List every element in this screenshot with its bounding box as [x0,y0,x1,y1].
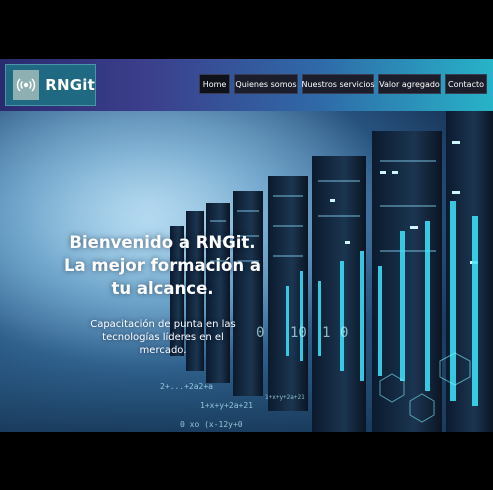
letterbox-bottom [0,432,493,490]
broadcast-icon [13,70,40,100]
letterbox-top [0,0,493,59]
navbar: RNGit Home Quienes somos Nuestros servic… [0,59,493,111]
hero-banner: 0 10 1 0 2+...+2a2+a 1+x+y+2a+21 0 xo (x… [0,111,493,432]
brand-name: RNGit [45,76,95,94]
nav-nuestros-servicios[interactable]: Nuestros servicios [301,74,375,94]
hero-headline: Bienvenido a RNGit. La mejor formación a… [60,231,265,300]
nav-valor-agregado[interactable]: Valor agregado [378,74,441,94]
hero-headline-line1: Bienvenido a RNGit. [69,233,256,252]
nav-contacto[interactable]: Contacto [445,74,487,94]
brand-home-link[interactable]: RNGit [5,64,96,106]
hero-subtext: Capacitación de punta en las tecnologías… [90,319,236,356]
nav-quienes-somos[interactable]: Quienes somos [234,74,298,94]
hero-content: Bienvenido a RNGit. La mejor formación a… [0,111,493,432]
hero-headline-line2: La mejor formación a tu alcance. [63,256,262,298]
nav-home[interactable]: Home [199,74,230,94]
